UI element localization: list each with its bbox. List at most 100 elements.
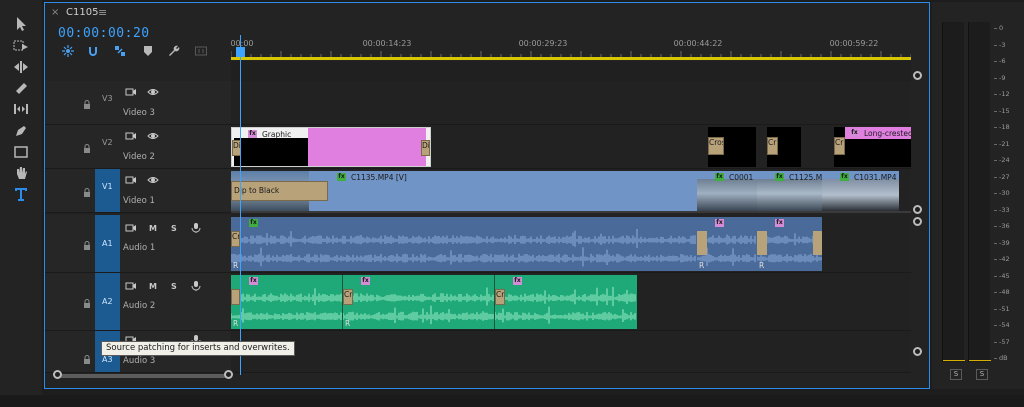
source-patch-v1[interactable]: V1 bbox=[95, 169, 120, 212]
track-select-tool-icon[interactable] bbox=[9, 36, 33, 56]
status-strip bbox=[0, 395, 1024, 407]
lock-icon[interactable] bbox=[83, 299, 91, 308]
track-name[interactable]: Video 2 bbox=[123, 152, 155, 162]
vertical-zoom-scrollbar[interactable] bbox=[911, 69, 925, 359]
track-v3[interactable] bbox=[231, 81, 911, 125]
transition-cros[interactable]: Cros bbox=[708, 137, 724, 155]
scroll-knob-right[interactable] bbox=[224, 370, 233, 379]
sync-lock-icon[interactable] bbox=[125, 87, 137, 97]
clip-cr-2[interactable]: Cr bbox=[767, 127, 801, 167]
nest-toggle-icon[interactable] bbox=[60, 44, 76, 58]
mute-button[interactable]: M bbox=[149, 282, 157, 291]
audio-clip-a1[interactable]: fx Cr R bbox=[231, 217, 697, 271]
track-a1[interactable]: fx Cr R fx R fx R bbox=[231, 215, 911, 273]
scroll-knob-bottom[interactable] bbox=[913, 347, 922, 356]
audio-transition[interactable] bbox=[231, 289, 240, 305]
clip-c0001[interactable]: fx C0001 bbox=[697, 171, 757, 211]
ripple-edit-tool-icon[interactable] bbox=[9, 57, 33, 77]
track-name[interactable]: Audio 2 bbox=[123, 301, 155, 311]
transition-di-right[interactable]: Di bbox=[421, 140, 430, 156]
lock-icon[interactable] bbox=[83, 241, 91, 250]
clip-long-crested[interactable]: fx Long-crested Cr bbox=[834, 127, 911, 167]
source-patch-v2[interactable]: V2 bbox=[95, 125, 120, 168]
track-name[interactable]: Audio 1 bbox=[123, 243, 155, 253]
audio-clip-a2-3[interactable]: fx Cr bbox=[495, 275, 637, 329]
graphic-clip[interactable]: fx Graphic Di Di bbox=[231, 127, 431, 167]
audio-transition[interactable]: Cr bbox=[231, 231, 240, 247]
hand-tool-icon[interactable] bbox=[9, 163, 33, 183]
audio-clip-a2-2[interactable]: fx Cr R bbox=[343, 275, 495, 329]
toggle-output-eye-icon[interactable] bbox=[147, 87, 159, 97]
solo-button[interactable]: S bbox=[171, 282, 177, 291]
solo-left-button[interactable]: S bbox=[950, 369, 962, 380]
audio-clip-a1-3[interactable]: fx R bbox=[757, 217, 822, 271]
type-tool-icon[interactable] bbox=[9, 184, 33, 204]
selection-tool-icon[interactable] bbox=[9, 14, 33, 34]
linked-selection-icon[interactable] bbox=[112, 44, 128, 58]
audio-transition[interactable] bbox=[697, 231, 707, 255]
clip-c1125[interactable]: fx C1125.M bbox=[757, 171, 822, 211]
solo-button[interactable]: S bbox=[171, 224, 177, 233]
audio-transition[interactable]: Cr bbox=[495, 289, 505, 305]
slip-tool-icon[interactable] bbox=[9, 99, 33, 119]
audio-clip-a2-1[interactable]: fx R bbox=[231, 275, 343, 329]
playhead-line[interactable] bbox=[240, 35, 241, 375]
track-a3[interactable] bbox=[231, 331, 911, 373]
pen-tool-icon[interactable] bbox=[9, 121, 33, 141]
playhead-timecode[interactable]: 00:00:00:20 bbox=[58, 26, 150, 41]
audio-clip-a1-2[interactable]: fx R bbox=[697, 217, 757, 271]
audio-transition[interactable] bbox=[757, 231, 767, 255]
sequence-title[interactable]: C1105 bbox=[66, 7, 98, 18]
rectangle-tool-icon[interactable] bbox=[9, 142, 33, 162]
transition-dip-to-black[interactable]: Dip to Black bbox=[231, 181, 328, 201]
db-tick bbox=[994, 341, 997, 343]
horizontal-scroll-bar[interactable] bbox=[59, 374, 227, 378]
mute-button[interactable]: M bbox=[149, 224, 157, 233]
track-name[interactable]: Audio 3 bbox=[123, 356, 155, 366]
source-patch-a1[interactable]: A1 bbox=[95, 215, 120, 272]
lock-icon[interactable] bbox=[83, 188, 91, 197]
audio-transition[interactable]: Cr bbox=[343, 289, 353, 305]
track-v2[interactable]: fx Graphic Di Di Cros Cr fx Long-crested… bbox=[231, 125, 911, 169]
scroll-knob-left[interactable] bbox=[53, 370, 62, 379]
track-name[interactable]: Video 1 bbox=[123, 196, 155, 206]
sync-lock-icon[interactable] bbox=[125, 175, 137, 185]
source-patch-a2[interactable]: A2 bbox=[95, 273, 120, 330]
close-tab-icon[interactable]: × bbox=[51, 7, 59, 18]
panel-menu-icon[interactable]: ≡ bbox=[98, 6, 107, 19]
toggle-output-eye-icon[interactable] bbox=[147, 131, 159, 141]
track-v1[interactable]: fx C1135.MP4 [V] Dip to Black fx C0001 f… bbox=[231, 169, 911, 213]
add-marker-icon[interactable] bbox=[140, 44, 156, 58]
playhead-handle[interactable] bbox=[236, 47, 245, 57]
lock-icon[interactable] bbox=[83, 100, 91, 109]
toggle-output-eye-icon[interactable] bbox=[147, 175, 159, 185]
scroll-knob-video-bottom[interactable] bbox=[913, 205, 922, 214]
db-tick bbox=[994, 325, 997, 326]
snap-magnet-icon[interactable] bbox=[85, 44, 101, 58]
settings-wrench-icon[interactable] bbox=[166, 44, 182, 58]
sync-lock-icon[interactable] bbox=[125, 223, 137, 233]
time-ruler[interactable]: 00:00 00:00:14:23 00:00:29:23 00:00:44:2… bbox=[230, 23, 911, 61]
voice-over-mic-icon[interactable] bbox=[190, 223, 202, 233]
audio-transition[interactable] bbox=[813, 231, 822, 255]
transition-cr[interactable]: Cr bbox=[767, 137, 778, 155]
clip-c1031[interactable]: fx C1031.MP4 bbox=[822, 171, 899, 211]
captions-icon[interactable] bbox=[193, 44, 209, 58]
solo-right-button[interactable]: S bbox=[976, 369, 988, 380]
lock-icon[interactable] bbox=[83, 144, 91, 153]
work-area-bar[interactable] bbox=[231, 57, 911, 60]
track-name[interactable]: Video 3 bbox=[123, 108, 155, 118]
sync-lock-icon[interactable] bbox=[125, 131, 137, 141]
horizontal-zoom-scrollbar[interactable] bbox=[53, 370, 233, 382]
scroll-knob-audio-top[interactable] bbox=[913, 217, 922, 226]
voice-over-mic-icon[interactable] bbox=[190, 281, 202, 291]
lock-icon[interactable] bbox=[83, 355, 91, 364]
track-a2[interactable]: fx R fx Cr R fx Cr bbox=[231, 273, 911, 331]
razor-tool-icon[interactable] bbox=[9, 78, 33, 98]
transition-cr[interactable]: Cr bbox=[834, 137, 845, 155]
sync-lock-icon[interactable] bbox=[125, 281, 137, 291]
track-id: V1 bbox=[102, 182, 113, 191]
scroll-knob-top[interactable] bbox=[913, 71, 922, 80]
clip-cros[interactable]: Cros bbox=[708, 127, 756, 167]
source-patch-v3[interactable]: V3 bbox=[95, 81, 120, 124]
